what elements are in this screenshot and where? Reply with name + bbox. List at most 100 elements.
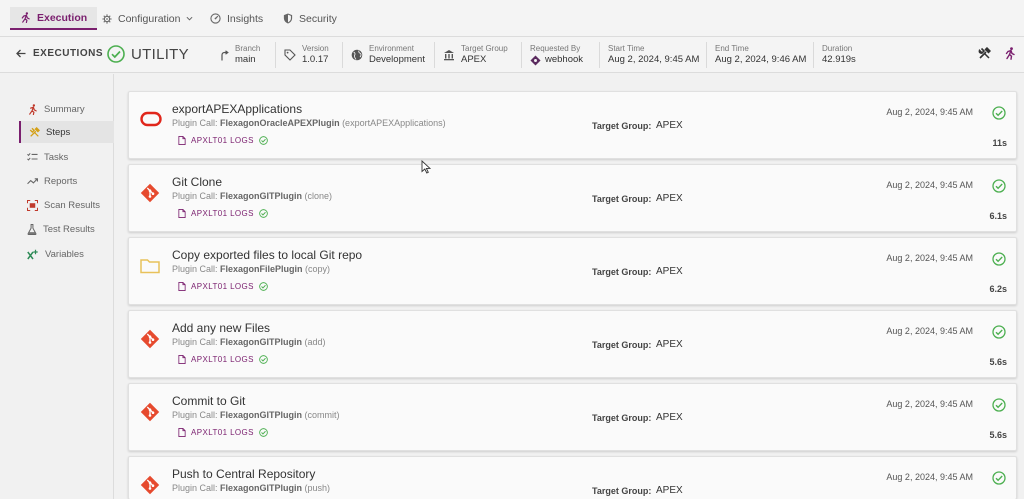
step-logs-link[interactable]: APXLT01 LOGS	[178, 209, 268, 218]
document-icon	[178, 428, 186, 437]
target-group-label: Target Group:	[592, 121, 652, 131]
step-card[interactable]: Git Clone Plugin Call: FlexagonGITPlugin…	[128, 164, 1017, 232]
step-title: Copy exported files to local Git repo	[172, 248, 363, 262]
git-icon	[140, 402, 160, 422]
step-card[interactable]: Add any new Files Plugin Call: FlexagonG…	[128, 310, 1017, 378]
step-card[interactable]: Push to Central Repository Plugin Call: …	[128, 456, 1017, 499]
document-icon	[178, 355, 186, 364]
target-group-label: Target Group:	[592, 267, 652, 277]
document-icon	[178, 209, 186, 218]
version-label: Version	[302, 44, 329, 53]
runner-button[interactable]	[1004, 47, 1016, 65]
step-card[interactable]: Copy exported files to local Git repo Pl…	[128, 237, 1017, 305]
plugin-operation: (exportAPEXApplications)	[339, 118, 446, 128]
sidebar-item-tasks[interactable]: Tasks	[19, 146, 114, 168]
target-group-value: APEX	[656, 485, 683, 496]
chevron-down-icon	[186, 16, 193, 21]
step-title: exportAPEXApplications	[172, 102, 303, 116]
git-icon	[140, 183, 160, 203]
logs-label: APXLT01 LOGS	[191, 282, 254, 291]
plugin-operation: (clone)	[302, 191, 333, 201]
sidebar-item-scan-results[interactable]: Scan Results	[19, 194, 114, 216]
step-date: Aug 2, 2024, 9:45 AM	[886, 472, 973, 482]
tab-insights-label: Insights	[227, 12, 264, 25]
target-group-label: Target Group:	[592, 413, 652, 423]
sidebar-item-summary[interactable]: Summary	[19, 98, 114, 120]
logs-label: APXLT01 LOGS	[191, 355, 254, 364]
step-date: Aug 2, 2024, 9:45 AM	[886, 326, 973, 336]
sidebar-item-label: Variables	[45, 248, 84, 260]
tools-button[interactable]	[978, 46, 992, 65]
requested-by-meta: Requested By webhook	[521, 42, 583, 68]
tab-security[interactable]: Security	[273, 7, 347, 30]
step-card[interactable]: exportAPEXApplications Plugin Call: Flex…	[128, 91, 1017, 159]
target-group-label: Target Group:	[592, 486, 652, 496]
step-card[interactable]: Commit to Git Plugin Call: FlexagonGITPl…	[128, 383, 1017, 451]
step-logs-link[interactable]: APXLT01 LOGS	[178, 136, 268, 145]
gauge-icon	[210, 13, 221, 24]
sidebar-item-label: Summary	[44, 103, 85, 115]
step-plugin-call: Plugin Call: FlexagonGITPlugin (clone)	[172, 191, 332, 201]
start-time-label: Start Time	[608, 44, 645, 53]
execution-header: EXECUTIONS UTILITY Branch main Version 1.0…	[0, 37, 1024, 73]
target-group-value: APEX	[461, 54, 487, 65]
arrow-left-icon	[16, 49, 26, 58]
plugin-operation: (add)	[302, 337, 326, 347]
webhook-icon	[530, 54, 541, 66]
environment-meta: Environment Development	[342, 42, 425, 68]
step-date: Aug 2, 2024, 9:45 AM	[886, 399, 973, 409]
runner-icon	[1005, 47, 1015, 60]
step-title: Commit to Git	[172, 394, 246, 408]
success-check-icon	[992, 179, 1006, 193]
plugin-call-prefix: Plugin Call:	[172, 118, 221, 128]
branch-value: main	[235, 54, 256, 65]
environment-label: Environment	[369, 44, 414, 53]
tab-execution[interactable]: Execution	[10, 7, 98, 30]
end-time-meta: End Time Aug 2, 2024, 9:46 AM	[706, 42, 806, 68]
end-time-value: Aug 2, 2024, 9:46 AM	[715, 54, 807, 65]
sidebar-item-test-results[interactable]: Test Results	[19, 218, 114, 240]
step-logs-link[interactable]: APXLT01 LOGS	[178, 355, 268, 364]
plugin-call-prefix: Plugin Call:	[172, 191, 221, 201]
tab-insights[interactable]: Insights	[200, 7, 273, 30]
tab-execution-label: Execution	[37, 11, 88, 24]
gear-icon	[102, 13, 112, 24]
requested-by-value: webhook	[545, 54, 584, 65]
success-check-icon	[992, 252, 1006, 266]
success-check-icon	[992, 471, 1006, 485]
step-duration: 6.1s	[989, 211, 1007, 221]
git-icon	[140, 329, 160, 349]
check-circle-icon	[259, 355, 268, 364]
tools-icon	[978, 46, 992, 59]
plugin-operation: (commit)	[302, 410, 340, 420]
success-check-icon	[992, 398, 1006, 412]
step-logs-link[interactable]: APXLT01 LOGS	[178, 428, 268, 437]
sidebar-item-variables[interactable]: Variables	[19, 243, 114, 265]
target-group-label: Target Group:	[592, 340, 652, 350]
start-time-meta: Start Time Aug 2, 2024, 9:45 AM	[599, 42, 699, 68]
target-group-value: APEX	[656, 193, 683, 204]
check-circle-icon	[259, 282, 268, 291]
tab-security-label: Security	[299, 12, 337, 25]
sidebar-item-label: Steps	[46, 126, 71, 138]
step-date: Aug 2, 2024, 9:45 AM	[886, 253, 973, 263]
duration-meta: Duration 42.919s	[813, 42, 856, 68]
back-label: EXECUTIONS	[33, 48, 104, 59]
step-duration: 11s	[992, 138, 1007, 148]
step-plugin-call: Plugin Call: FlexagonFilePlugin (copy)	[172, 264, 330, 274]
target-group-label: Target Group	[461, 44, 508, 53]
sidebar-item-reports[interactable]: Reports	[19, 170, 114, 192]
branch-arrow-icon	[221, 49, 229, 60]
plugin-name: FlexagonOracleAPEXPlugin	[220, 118, 340, 128]
step-logs-link[interactable]: APXLT01 LOGS	[178, 282, 268, 291]
sidebar-item-label: Tasks	[44, 151, 69, 163]
step-plugin-call: Plugin Call: FlexagonGITPlugin (commit)	[172, 410, 340, 420]
sidebar-item-steps[interactable]: Steps	[19, 121, 114, 143]
back-to-executions[interactable]: EXECUTIONS	[16, 48, 103, 59]
sidebar-item-label: Test Results	[43, 223, 95, 235]
plugin-call-prefix: Plugin Call:	[172, 264, 221, 274]
runner-icon	[29, 103, 37, 115]
environment-value: Development	[369, 54, 425, 65]
oracle-icon	[140, 111, 162, 127]
tab-configuration[interactable]: Configuration	[92, 7, 203, 30]
